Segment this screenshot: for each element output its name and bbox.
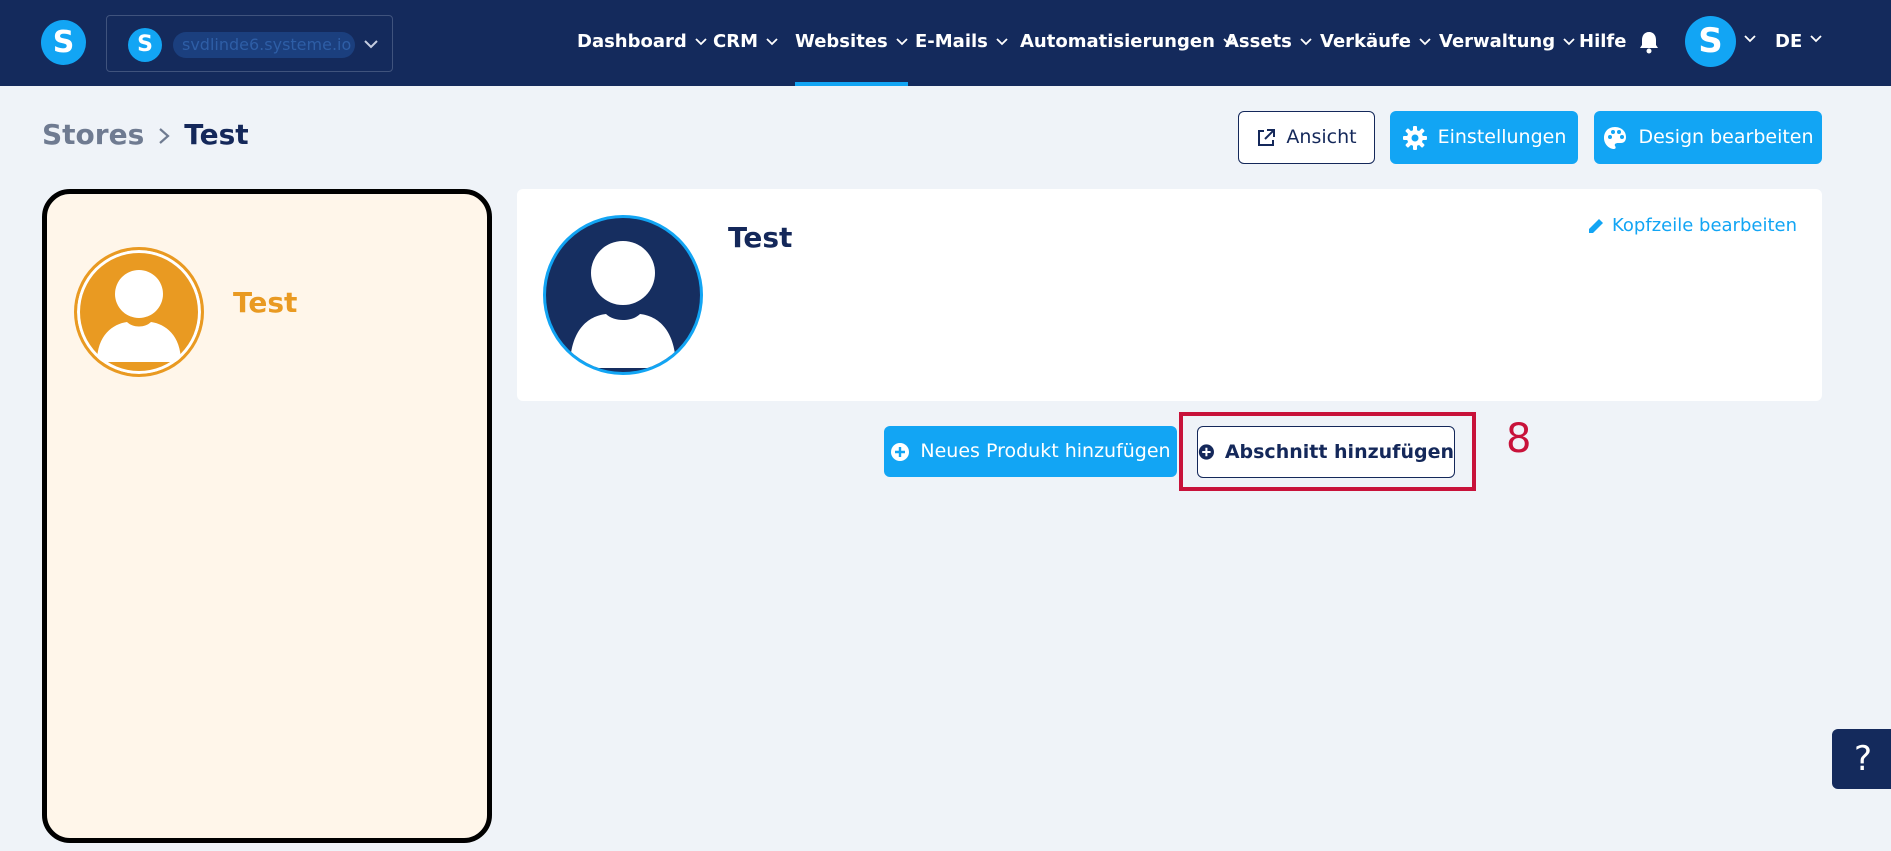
chevron-down-icon bbox=[1419, 38, 1431, 46]
external-link-icon bbox=[1258, 128, 1276, 146]
chevron-down-icon[interactable] bbox=[1744, 35, 1756, 43]
chevron-down-icon[interactable] bbox=[1810, 35, 1822, 43]
chevron-down-icon bbox=[996, 38, 1008, 46]
breadcrumb-current: Test bbox=[184, 118, 249, 151]
edit-header-label: Kopfzeile bearbeiten bbox=[1612, 215, 1797, 236]
nav-crm[interactable]: CRM bbox=[713, 0, 778, 86]
nav-administration-label: Verwaltung bbox=[1439, 31, 1556, 52]
workspace-logo: S bbox=[128, 28, 162, 62]
breadcrumb: Stores Test bbox=[42, 118, 249, 151]
app-logo[interactable]: S bbox=[41, 20, 86, 65]
edit-design-button[interactable]: Design bearbeiten bbox=[1594, 111, 1822, 164]
nav-automations-label: Automatisierungen bbox=[1020, 31, 1215, 52]
nav-administration[interactable]: Verwaltung bbox=[1439, 0, 1575, 86]
add-section-label: Abschnitt hinzufügen bbox=[1224, 440, 1454, 463]
add-product-button[interactable]: Neues Produkt hinzufügen bbox=[884, 426, 1177, 477]
user-icon bbox=[570, 241, 676, 368]
gear-icon bbox=[1402, 125, 1427, 150]
user-avatar[interactable]: S bbox=[1685, 16, 1736, 67]
nav-dashboard[interactable]: Dashboard bbox=[577, 0, 707, 86]
workspace-switcher[interactable]: S svdlinde6.systeme.io bbox=[106, 15, 393, 72]
workspace-name: svdlinde6.systeme.io bbox=[173, 32, 355, 58]
chevron-down-icon bbox=[1563, 38, 1575, 46]
bell-icon[interactable] bbox=[1638, 30, 1660, 54]
nav-emails[interactable]: E-Mails bbox=[915, 0, 1008, 86]
pencil-icon bbox=[1589, 218, 1604, 233]
add-section-button[interactable]: Abschnitt hinzufügen bbox=[1197, 426, 1455, 478]
nav-help[interactable]: Hilfe bbox=[1579, 0, 1626, 86]
user-icon bbox=[97, 270, 181, 362]
preview-avatar bbox=[74, 247, 204, 377]
nav-sales[interactable]: Verkäufe bbox=[1320, 0, 1431, 86]
view-button[interactable]: Ansicht bbox=[1238, 111, 1375, 164]
store-preview-card: Test bbox=[42, 189, 492, 843]
store-title: Test bbox=[728, 221, 793, 254]
help-button[interactable]: ? bbox=[1832, 729, 1891, 789]
language-switcher[interactable]: DE bbox=[1775, 0, 1802, 86]
chevron-down-icon bbox=[766, 38, 778, 46]
chevron-down-icon bbox=[695, 38, 707, 46]
nav-websites[interactable]: Websites bbox=[795, 0, 908, 86]
store-avatar bbox=[543, 215, 703, 375]
nav-assets[interactable]: Assets bbox=[1225, 0, 1312, 86]
nav-emails-label: E-Mails bbox=[915, 31, 988, 52]
top-navbar: S S svdlinde6.systeme.io Dashboard CRM W… bbox=[0, 0, 1891, 86]
nav-help-label: Hilfe bbox=[1579, 31, 1627, 52]
settings-button[interactable]: Einstellungen bbox=[1390, 111, 1578, 164]
nav-assets-label: Assets bbox=[1225, 31, 1292, 52]
settings-button-label: Einstellungen bbox=[1437, 126, 1567, 148]
add-product-label: Neues Produkt hinzufügen bbox=[920, 440, 1171, 462]
nav-sales-label: Verkäufe bbox=[1320, 31, 1412, 52]
plus-circle-icon bbox=[891, 442, 910, 461]
edit-design-button-label: Design bearbeiten bbox=[1638, 126, 1814, 148]
plus-circle-icon bbox=[1198, 444, 1214, 460]
nav-crm-label: CRM bbox=[713, 31, 758, 52]
edit-header-link[interactable]: Kopfzeile bearbeiten bbox=[1586, 215, 1797, 236]
store-header-card: Test Kopfzeile bearbeiten bbox=[517, 189, 1822, 401]
nav-automations[interactable]: Automatisierungen bbox=[1020, 0, 1235, 86]
palette-icon bbox=[1604, 126, 1627, 149]
chevron-down-icon bbox=[364, 40, 378, 49]
chevron-down-icon bbox=[1300, 38, 1312, 46]
step-number: 8 bbox=[1506, 416, 1532, 462]
chevron-right-icon bbox=[159, 128, 170, 144]
breadcrumb-stores-link[interactable]: Stores bbox=[42, 118, 144, 151]
preview-store-title: Test bbox=[233, 286, 298, 319]
view-button-label: Ansicht bbox=[1286, 126, 1357, 148]
chevron-down-icon bbox=[896, 38, 908, 46]
nav-dashboard-label: Dashboard bbox=[577, 31, 687, 52]
nav-websites-label: Websites bbox=[795, 31, 888, 52]
